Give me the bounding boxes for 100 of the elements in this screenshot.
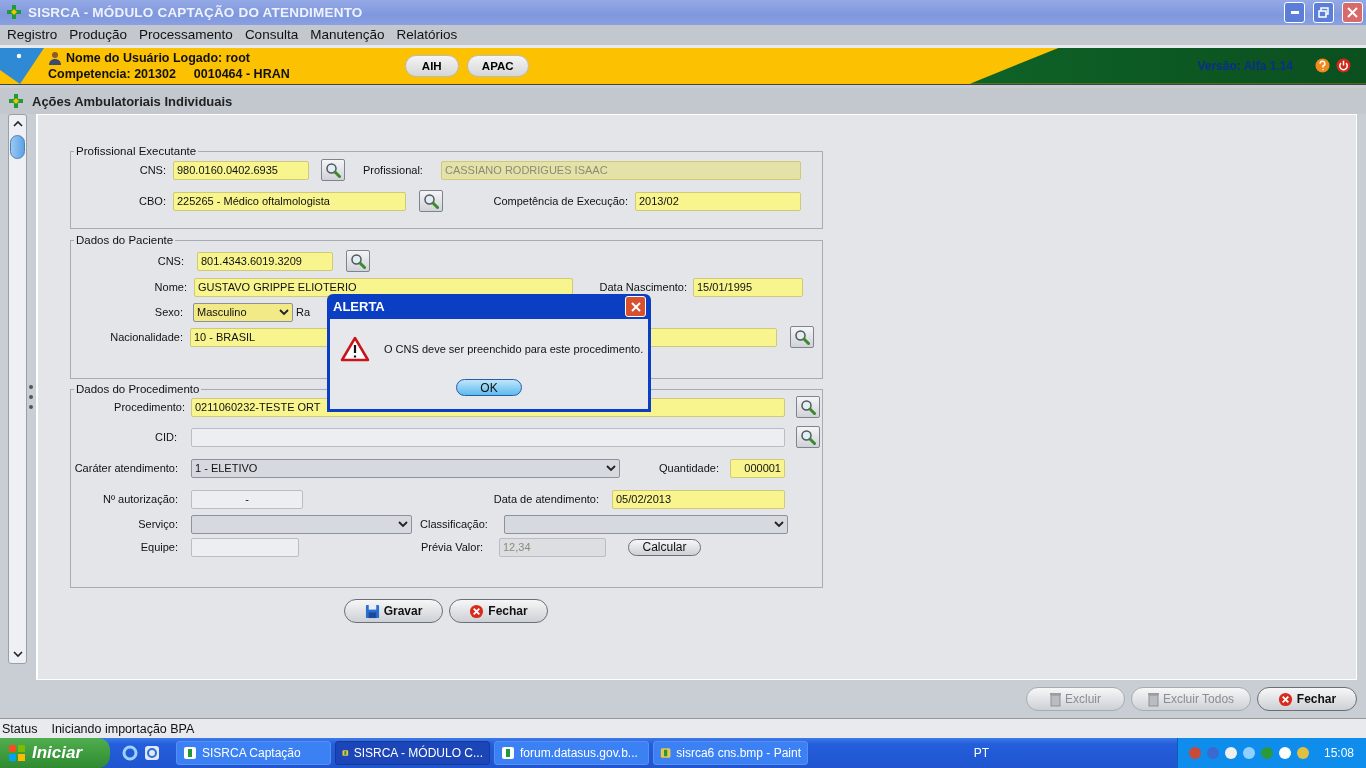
cns-field[interactable]: 980.0160.0402.6935 xyxy=(173,160,309,180)
character-select[interactable]: 1 - ELETIVO xyxy=(191,458,620,478)
dialog-title: ALERTA xyxy=(333,299,385,314)
menu-item[interactable]: Produção xyxy=(69,27,128,43)
minimize-button[interactable] xyxy=(1284,1,1305,23)
trash-icon xyxy=(1147,691,1159,707)
search-button[interactable] xyxy=(796,396,820,419)
browser-icon[interactable] xyxy=(122,745,138,761)
quantity-field[interactable]: 000001 xyxy=(730,458,785,478)
taskbar-task[interactable]: forum.datasus.gov.b... xyxy=(494,741,649,765)
field-label: Ra xyxy=(296,306,310,319)
menu-item[interactable]: Manutenção xyxy=(310,27,385,43)
app-icon xyxy=(660,746,672,760)
user-name: Nome do Usuário Logado: root xyxy=(66,50,251,65)
cid-field[interactable] xyxy=(191,427,785,447)
authorization-field[interactable]: - xyxy=(191,489,303,509)
competence-text: Competencia: 201302 xyxy=(48,66,176,81)
field-label: Procedimento: xyxy=(113,401,185,414)
competence-field[interactable]: 2013/02 xyxy=(635,191,801,211)
field-label: Data Nascimento: xyxy=(598,281,687,294)
tray-icon[interactable] xyxy=(1223,746,1238,760)
screen-title: Ações Ambulatoriais Individuais xyxy=(32,93,233,109)
trash-icon xyxy=(1050,691,1061,707)
browser-icon[interactable] xyxy=(144,745,160,761)
scroll-thumb[interactable] xyxy=(10,135,25,160)
window-title: SISRCA - MÓDULO CAPTAÇÃO DO ATENDIMENTO xyxy=(28,4,364,20)
menu-item[interactable]: Relatórios xyxy=(396,27,458,43)
menu-item[interactable]: Processamento xyxy=(139,27,233,43)
search-button[interactable] xyxy=(346,250,370,273)
language-indicator[interactable]: PT xyxy=(973,746,990,760)
menu-item[interactable]: Consulta xyxy=(244,27,299,43)
chevron-down-icon xyxy=(398,520,408,528)
unit-text: 0010464 - HRAN xyxy=(193,66,290,81)
search-icon xyxy=(800,399,816,416)
field-label: Sexo: xyxy=(153,306,183,319)
field-label: Quantidade: xyxy=(658,462,719,475)
chevron-down-icon xyxy=(606,464,616,472)
field-label: Nacionalidade: xyxy=(109,331,183,344)
app-logo-icon xyxy=(8,93,24,110)
close-button[interactable] xyxy=(1342,1,1363,23)
search-button[interactable] xyxy=(790,326,814,349)
date-field[interactable]: 05/02/2013 xyxy=(612,489,785,509)
help-icon[interactable] xyxy=(1315,58,1330,74)
field-label: Profissional: xyxy=(363,164,421,177)
birth-date-field[interactable]: 15/01/1995 xyxy=(693,277,803,297)
warning-icon xyxy=(340,336,370,362)
taskbar-task[interactable]: SISRCA Captação xyxy=(176,741,331,765)
taskbar-task[interactable]: SISRCA - MÓDULO C... xyxy=(335,741,490,765)
app-icon xyxy=(183,746,197,760)
search-button[interactable] xyxy=(321,159,345,182)
taskbar-task[interactable]: sisrca6 cns.bmp - Paint xyxy=(653,741,808,765)
field-label: CID: xyxy=(154,431,177,444)
close-button[interactable] xyxy=(625,296,646,317)
splitter-handle-icon[interactable] xyxy=(29,384,33,411)
classification-select[interactable] xyxy=(504,514,788,534)
section-title: Dados do Paciente xyxy=(75,233,175,248)
field-label: Equipe: xyxy=(139,541,178,554)
search-icon xyxy=(350,253,366,270)
tray-icon[interactable] xyxy=(1277,746,1292,760)
module-button[interactable]: APAC xyxy=(466,54,529,77)
app-icon xyxy=(501,746,515,760)
save-button[interactable]: Gravar xyxy=(344,599,443,624)
restore-icon xyxy=(1318,6,1329,18)
dialog-message: O CNS deve ser preenchido para este procedimento. xyxy=(384,343,644,355)
vertical-scrollbar[interactable] xyxy=(8,114,27,665)
ok-button[interactable]: OK xyxy=(456,379,522,396)
service-select[interactable] xyxy=(191,514,412,534)
menu-item[interactable]: Registro xyxy=(7,27,58,43)
start-button[interactable]: Iniciar xyxy=(0,738,110,768)
chevron-down-icon xyxy=(12,651,23,659)
cns-field[interactable]: 801.4343.6019.3209 xyxy=(197,251,333,271)
search-button[interactable] xyxy=(796,426,820,449)
field-label: Prévia Valor: xyxy=(421,541,485,554)
field-label: CNS: xyxy=(156,255,184,268)
name-field[interactable]: GUSTAVO GRIPPE ELIOTERIO xyxy=(194,277,573,297)
field-label: Competência de Execução: xyxy=(492,195,628,208)
cbo-field[interactable]: 225265 - Médico oftalmologista xyxy=(173,191,406,211)
team-field[interactable] xyxy=(191,537,299,557)
clock: 15:08 xyxy=(1323,746,1354,760)
field-label: Nº autorização: xyxy=(102,493,178,506)
calculate-button[interactable]: Calcular xyxy=(628,538,701,556)
chevron-down-icon xyxy=(774,520,784,528)
tray-icon[interactable] xyxy=(1295,746,1310,760)
chevron-up-icon xyxy=(12,120,23,128)
sex-select[interactable]: Masculino xyxy=(193,302,293,322)
close-button[interactable]: Fechar xyxy=(1257,687,1357,712)
restore-button[interactable] xyxy=(1313,1,1334,23)
power-icon[interactable] xyxy=(1336,58,1351,74)
search-button[interactable] xyxy=(419,190,443,213)
version-text: Versão: Alfa 1.14 xyxy=(1197,58,1293,73)
app-logo-icon xyxy=(6,4,22,21)
chevron-down-icon xyxy=(279,308,289,316)
close-button[interactable]: Fechar xyxy=(449,599,548,624)
status-label: Status xyxy=(2,721,38,736)
field-label: Classificação: xyxy=(420,518,489,531)
close-icon xyxy=(469,603,485,619)
flag-corner-drawing xyxy=(0,47,44,84)
module-button[interactable]: AIH xyxy=(404,54,459,77)
tray-icon[interactable] xyxy=(1241,746,1256,760)
windows-flag-icon xyxy=(8,744,26,762)
